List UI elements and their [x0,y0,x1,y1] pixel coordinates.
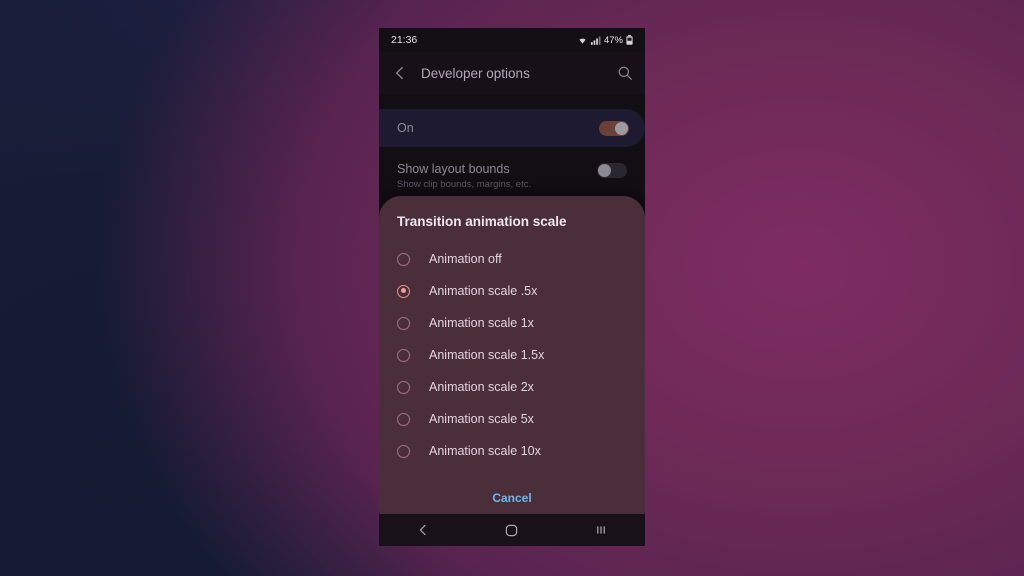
setting-subtitle: Show clip bounds, margins, etc. [397,179,532,190]
search-icon[interactable] [617,65,633,81]
radio-button-icon[interactable] [397,380,410,394]
home-nav-icon[interactable] [492,519,532,541]
battery-percent-label: 47% [603,34,623,46]
status-bar: 21:36 47% [379,28,645,52]
radio-option-list: Animation off Animation scale .5x Animat… [379,243,645,467]
radio-option-label: Animation scale 10x [429,444,541,458]
show-layout-bounds-switch[interactable] [597,163,627,178]
page-title: Developer options [421,65,530,81]
desktop-wallpaper: 21:36 47% Developer options On Show layo… [0,0,1024,576]
radio-option-scale-10x[interactable]: Animation scale 10x [379,435,645,467]
cancel-button[interactable]: Cancel [486,490,537,506]
wifi-icon [577,36,588,45]
recents-nav-icon[interactable] [581,519,621,541]
back-nav-icon[interactable] [403,519,443,541]
radio-option-scale-point5x[interactable]: Animation scale .5x [379,275,645,307]
radio-option-label: Animation scale 2x [429,380,534,394]
app-bar: Developer options [379,52,645,94]
status-bar-indicators: 47% [577,35,633,46]
battery-icon [626,35,633,45]
dialog-title: Transition animation scale [397,214,567,229]
radio-option-label: Animation scale .5x [429,284,538,298]
radio-button-icon[interactable] [397,348,410,362]
radio-option-scale-1x[interactable]: Animation scale 1x [379,307,645,339]
setting-title: Show layout bounds [397,162,510,176]
radio-button-icon[interactable] [397,316,410,330]
radio-option-animation-off[interactable]: Animation off [379,243,645,275]
radio-option-label: Animation scale 5x [429,412,534,426]
dialog-actions: Cancel [379,481,645,515]
master-toggle-label: On [397,121,414,135]
phone-screen: 21:36 47% Developer options On Show layo… [379,28,645,546]
radio-option-label: Animation scale 1x [429,316,534,330]
master-toggle-switch[interactable] [599,120,629,136]
radio-option-scale-5x[interactable]: Animation scale 5x [379,403,645,435]
developer-options-master-toggle-row[interactable]: On [379,109,645,147]
radio-option-scale-1point5x[interactable]: Animation scale 1.5x [379,339,645,371]
radio-option-label: Animation off [429,252,502,266]
radio-button-icon[interactable] [397,252,410,266]
radio-button-selected-icon[interactable] [397,284,410,298]
radio-button-icon[interactable] [397,412,410,426]
radio-option-label: Animation scale 1.5x [429,348,545,362]
setting-row-show-layout-bounds[interactable]: Show layout bounds Show clip bounds, mar… [379,147,645,192]
radio-button-icon[interactable] [397,444,410,458]
back-chevron-icon[interactable] [391,64,409,82]
signal-icon [590,35,601,45]
navigation-bar [379,514,645,546]
transition-animation-scale-dialog: Transition animation scale Animation off… [379,196,645,532]
radio-option-scale-2x[interactable]: Animation scale 2x [379,371,645,403]
status-bar-clock: 21:36 [391,34,418,46]
